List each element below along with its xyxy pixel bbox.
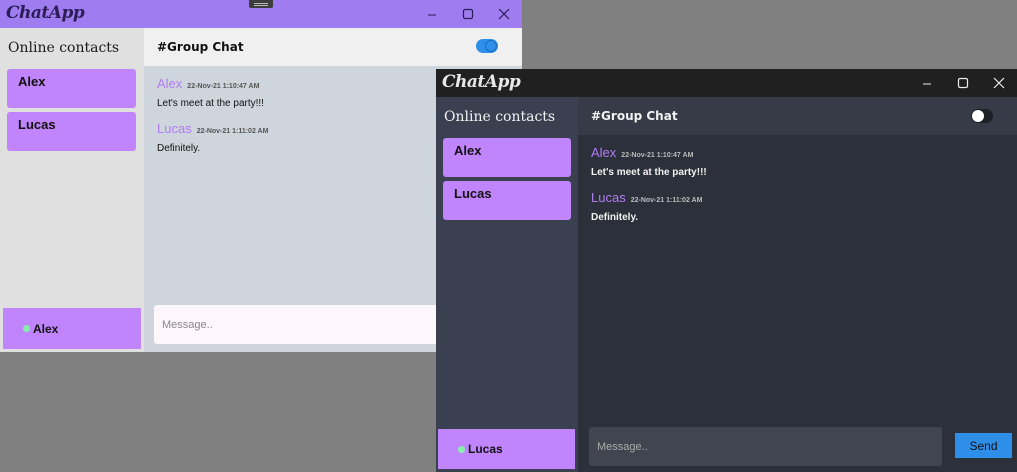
minimize-icon — [923, 83, 931, 85]
maximize-icon — [462, 8, 474, 20]
chat-title: #Group Chat — [157, 40, 244, 54]
message-item: Alex 22-Nov-21 1:10:47 AM Let's meet at … — [157, 76, 264, 109]
app-logo: ChatApp — [6, 3, 85, 23]
close-icon — [993, 77, 1005, 89]
maximize-icon — [957, 77, 969, 89]
current-user-name: Lucas — [468, 442, 503, 456]
drag-handle-icon[interactable] — [249, 0, 273, 8]
message-time: 22-Nov-21 1:10:47 AM — [187, 83, 260, 90]
message-item: Lucas 22-Nov-21 1:11:02 AM Definitely. — [157, 121, 268, 154]
sidebar-title: Online contacts — [8, 40, 120, 56]
contact-name: Lucas — [454, 186, 492, 201]
send-button[interactable]: Send — [955, 433, 1012, 458]
message-text: Definitely. — [591, 212, 639, 223]
contact-item-alex[interactable]: Alex — [443, 138, 571, 177]
contact-name: Lucas — [18, 117, 56, 132]
online-status-icon — [23, 325, 30, 332]
contact-item-lucas[interactable]: Lucas — [443, 181, 571, 220]
app-logo: ChatApp — [442, 72, 521, 92]
minimize-icon — [428, 14, 436, 16]
online-status-icon — [458, 445, 465, 453]
contact-item-alex[interactable]: Alex — [7, 69, 136, 108]
message-author: Alex — [157, 76, 183, 91]
window-controls — [909, 69, 1017, 97]
message-text: Let's meet at the party!!! — [157, 98, 264, 109]
message-item: Alex 22-Nov-21 1:10:47 AM Let's meet at … — [591, 145, 707, 178]
current-user-name: Alex — [33, 321, 59, 336]
dark-chat-window: ChatApp Online contacts Alex Lucas Lucas — [436, 69, 1017, 472]
minimize-button[interactable] — [909, 69, 945, 97]
message-item: Lucas 22-Nov-21 1:11:02 AM Definitely. — [591, 190, 702, 223]
close-button[interactable] — [486, 0, 522, 28]
chat-header: #Group Chat — [144, 28, 522, 66]
contact-item-lucas[interactable]: Lucas — [7, 112, 136, 151]
maximize-button[interactable] — [945, 69, 981, 97]
maximize-button[interactable] — [450, 0, 486, 28]
close-button[interactable] — [981, 69, 1017, 97]
message-author: Lucas — [157, 121, 192, 136]
message-author: Alex — [591, 145, 617, 160]
chat-header: #Group Chat — [578, 97, 1017, 135]
chat-title: #Group Chat — [591, 109, 678, 123]
contact-name: Alex — [18, 74, 46, 89]
window-controls — [414, 0, 522, 28]
title-bar[interactable]: ChatApp — [436, 69, 1017, 97]
message-text: Let's meet at the party!!! — [591, 167, 707, 178]
current-user-panel[interactable]: Alex — [3, 308, 141, 349]
theme-toggle[interactable] — [971, 109, 993, 123]
message-time: 22-Nov-21 1:11:02 AM — [196, 128, 269, 135]
current-user-panel[interactable]: Lucas — [438, 429, 575, 469]
theme-toggle[interactable] — [476, 39, 498, 53]
sidebar-title: Online contacts — [444, 109, 556, 125]
chat-panel: #Group Chat Alex 22-Nov-21 1:10:47 AM Le… — [578, 97, 1017, 472]
close-icon — [498, 8, 510, 20]
message-input[interactable]: Message.. — [589, 427, 942, 466]
message-input[interactable]: Message.. — [154, 305, 484, 344]
title-bar[interactable]: ChatApp — [0, 0, 522, 28]
message-time: 22-Nov-21 1:11:02 AM — [630, 197, 703, 204]
contact-name: Alex — [454, 143, 482, 158]
minimize-button[interactable] — [414, 0, 450, 28]
contacts-sidebar: Online contacts Alex Lucas Lucas — [436, 97, 578, 472]
contacts-sidebar: Online contacts Alex Lucas Alex — [0, 28, 144, 352]
message-time: 22-Nov-21 1:10:47 AM — [621, 152, 694, 159]
message-author: Lucas — [591, 190, 626, 205]
message-text: Definitely. — [157, 143, 201, 154]
